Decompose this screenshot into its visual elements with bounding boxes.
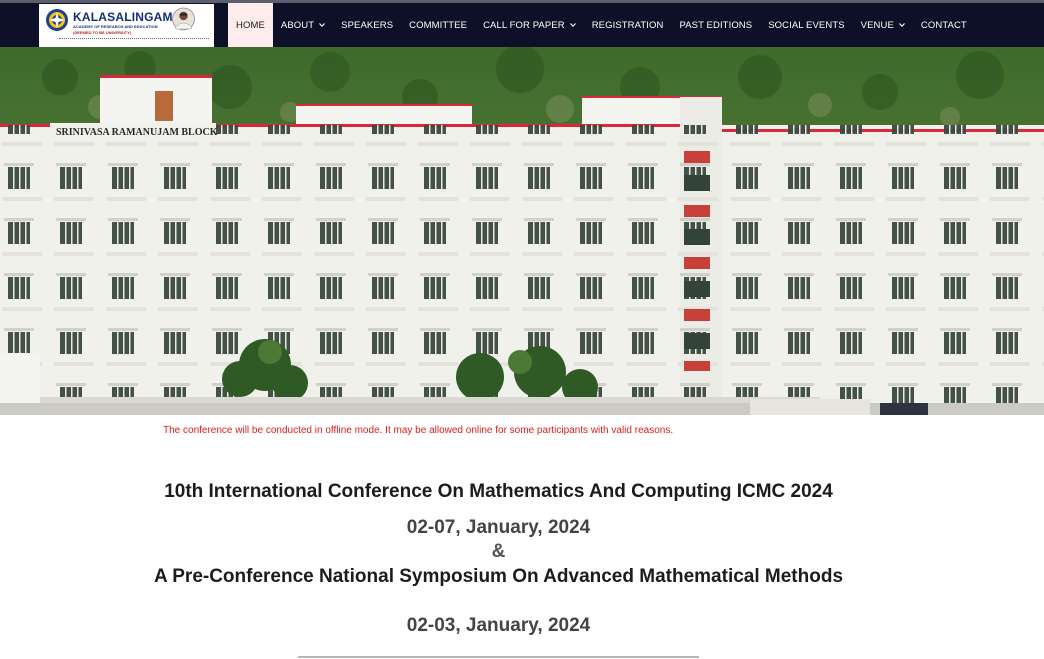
chevron-down-icon	[899, 23, 905, 28]
nav-item-about[interactable]: ABOUT	[273, 3, 333, 47]
university-logo[interactable]: KALASALINGAM ACADEMY OF RESEARCH AND EDU…	[39, 4, 214, 47]
top-navbar: KALASALINGAM ACADEMY OF RESEARCH AND EDU…	[0, 0, 1044, 47]
symposium-title: A Pre-Conference National Symposium On A…	[153, 566, 844, 587]
building-sign: SRINIVASA RAMANUJAM BLOCK	[56, 127, 218, 138]
symposium-dates: 02-03, January, 2024	[406, 615, 591, 636]
nav-item-speakers[interactable]: SPEAKERS	[333, 3, 401, 47]
nav-item-label: REGISTRATION	[591, 19, 664, 31]
nav-item-registration[interactable]: REGISTRATION	[584, 3, 672, 47]
nav-item-label: SOCIAL EVENTS	[768, 19, 845, 31]
nav-item-label: PAST EDITIONS	[679, 19, 753, 31]
nav-item-label: VENUE	[860, 19, 894, 31]
nav-item-past-editions[interactable]: PAST EDITIONS	[671, 3, 760, 47]
conference-dates: 02-07, January, 2024	[406, 517, 591, 538]
conference-title: 10th International Conference On Mathema…	[164, 481, 833, 502]
conference-mode-notice: The conference will be conducted in offl…	[163, 425, 674, 436]
chevron-down-icon	[569, 23, 576, 28]
logo-tagline: (DEEMED TO BE UNIVERSITY)	[73, 30, 132, 35]
logo-title: KALASALINGAM	[73, 10, 173, 24]
nav-item-label: HOME	[236, 19, 265, 31]
emblem-icon	[46, 9, 68, 31]
nav-item-venue[interactable]: VENUE	[853, 3, 913, 47]
nav-item-call-for-paper[interactable]: CALL FOR PAPER	[475, 3, 584, 47]
divider	[298, 656, 699, 658]
logo-subtitle: ACADEMY OF RESEARCH AND EDUCATION	[73, 24, 158, 29]
nav-item-label: SPEAKERS	[341, 19, 394, 31]
nav-item-label: CALL FOR PAPER	[483, 19, 565, 31]
chevron-down-icon	[319, 23, 326, 28]
nav-item-label: COMMITTEE	[409, 19, 468, 31]
ampersand-separator: &	[491, 541, 506, 562]
logo-fine-print	[59, 38, 209, 41]
nav-item-label: CONTACT	[920, 19, 967, 31]
founder-portrait-icon	[172, 7, 195, 31]
nav-item-label: ABOUT	[280, 19, 315, 31]
nav-item-committee[interactable]: COMMITTEE	[401, 3, 475, 47]
hero-campus-image: SRINIVASA RAMANUJAM BLOCK	[0, 47, 1044, 415]
main-nav: HOME ABOUT SPEAKERS COMMITTEE CALL FOR PAPER…	[228, 3, 975, 47]
nav-item-home[interactable]: HOME	[228, 3, 273, 47]
nav-item-social-events[interactable]: SOCIAL EVENTS	[760, 3, 852, 47]
nav-item-contact[interactable]: CONTACT	[913, 3, 975, 47]
